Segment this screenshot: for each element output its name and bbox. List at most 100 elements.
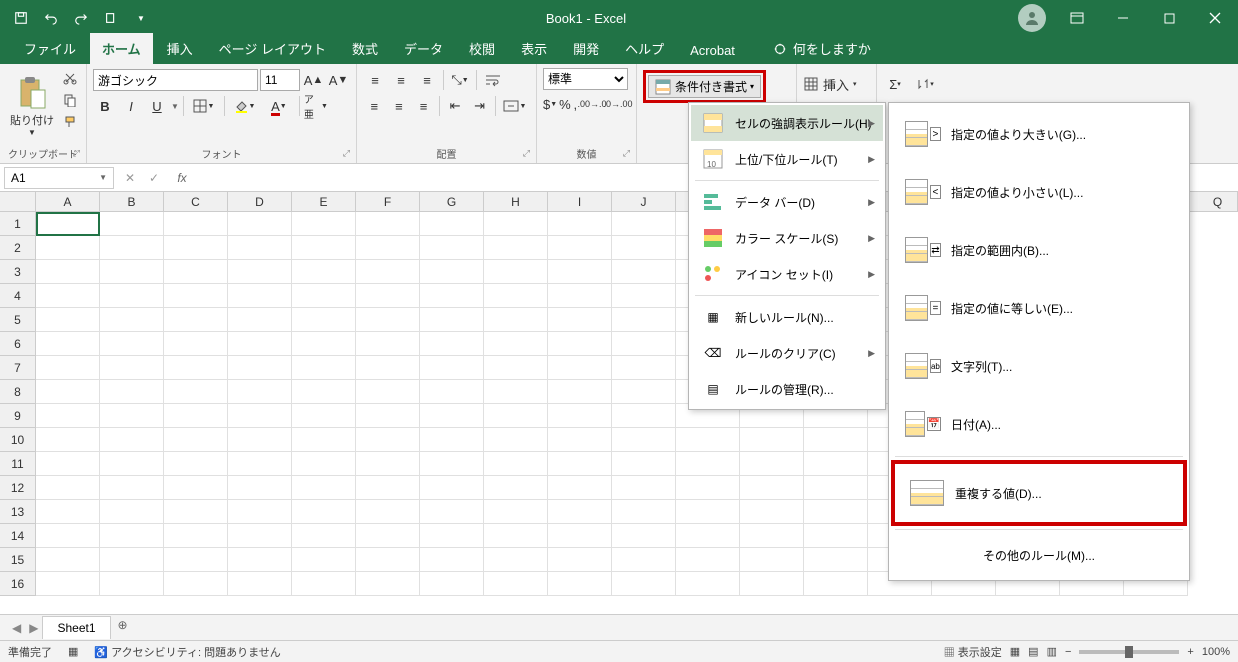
cell[interactable] <box>100 332 164 356</box>
row-header[interactable]: 7 <box>0 356 36 380</box>
font-launcher[interactable]: ⤢ <box>343 148 350 159</box>
cell[interactable] <box>292 284 356 308</box>
cancel-formula-icon[interactable]: ✕ <box>118 171 142 185</box>
cell[interactable] <box>100 380 164 404</box>
merge-center-icon[interactable]: ▼ <box>500 94 530 118</box>
cell[interactable] <box>356 236 420 260</box>
cell[interactable] <box>420 284 484 308</box>
rule-date[interactable]: 📅 日付(A)... <box>891 395 1187 453</box>
cell[interactable] <box>612 548 676 572</box>
cell[interactable] <box>100 548 164 572</box>
cell[interactable] <box>100 572 164 596</box>
col-header[interactable]: F <box>356 192 420 211</box>
qat-more-icon[interactable] <box>98 5 124 31</box>
col-header[interactable]: G <box>420 192 484 211</box>
cell[interactable] <box>164 428 228 452</box>
rule-more-rules[interactable]: その他のルール(M)... <box>891 533 1187 578</box>
cell[interactable] <box>164 548 228 572</box>
cell[interactable] <box>292 332 356 356</box>
display-settings-button[interactable]: ▦ 表示設定 <box>944 644 1002 660</box>
row-header[interactable]: 4 <box>0 284 36 308</box>
tab-insert[interactable]: 挿入 <box>155 33 205 64</box>
cell[interactable] <box>484 308 548 332</box>
cell[interactable] <box>36 212 100 236</box>
cell[interactable] <box>420 524 484 548</box>
cell[interactable] <box>484 356 548 380</box>
cell[interactable] <box>292 548 356 572</box>
cell[interactable] <box>484 380 548 404</box>
cell[interactable] <box>484 572 548 596</box>
cell[interactable] <box>612 236 676 260</box>
cell[interactable] <box>164 212 228 236</box>
cell[interactable] <box>100 404 164 428</box>
cell[interactable] <box>548 284 612 308</box>
number-format-select[interactable]: 標準 <box>543 68 628 90</box>
tab-view[interactable]: 表示 <box>509 33 559 64</box>
cell[interactable] <box>612 356 676 380</box>
cell[interactable] <box>292 476 356 500</box>
row-header[interactable]: 11 <box>0 452 36 476</box>
cell[interactable] <box>228 572 292 596</box>
tab-review[interactable]: 校閲 <box>457 33 507 64</box>
cell[interactable] <box>548 404 612 428</box>
cell[interactable] <box>292 572 356 596</box>
zoom-level[interactable]: 100% <box>1202 646 1230 658</box>
format-painter-icon[interactable] <box>60 112 80 132</box>
fx-icon[interactable]: fx <box>170 171 194 185</box>
cell[interactable] <box>676 572 740 596</box>
cell[interactable] <box>612 476 676 500</box>
row-header[interactable]: 13 <box>0 500 36 524</box>
cell[interactable] <box>36 500 100 524</box>
cell[interactable] <box>292 356 356 380</box>
cell[interactable] <box>228 548 292 572</box>
row-header[interactable]: 1 <box>0 212 36 236</box>
cell[interactable] <box>356 332 420 356</box>
cell[interactable] <box>676 476 740 500</box>
cell[interactable] <box>36 380 100 404</box>
fill-color-button[interactable]: ▼ <box>229 94 261 118</box>
col-header[interactable]: D <box>228 192 292 211</box>
cell[interactable] <box>740 452 804 476</box>
close-button[interactable] <box>1192 0 1238 36</box>
cell[interactable] <box>420 404 484 428</box>
cell[interactable] <box>740 500 804 524</box>
cell[interactable] <box>740 524 804 548</box>
cell[interactable] <box>612 308 676 332</box>
cell[interactable] <box>100 500 164 524</box>
status-rec-icon[interactable]: ▦ <box>68 645 78 658</box>
cell[interactable] <box>484 260 548 284</box>
cell[interactable] <box>164 356 228 380</box>
cell[interactable] <box>36 356 100 380</box>
sheet-nav-prev[interactable]: ◀ <box>8 621 25 635</box>
menu-icon-sets[interactable]: アイコン セット(I) ▶ <box>691 256 883 292</box>
cell[interactable] <box>484 236 548 260</box>
cell[interactable] <box>612 524 676 548</box>
redo-icon[interactable] <box>68 5 94 31</box>
cell[interactable] <box>356 284 420 308</box>
cell[interactable] <box>228 332 292 356</box>
cell[interactable] <box>420 380 484 404</box>
cell[interactable] <box>612 428 676 452</box>
menu-clear-rules[interactable]: ⌫ ルールのクリア(C) ▶ <box>691 335 883 371</box>
cell[interactable] <box>228 212 292 236</box>
autosum-icon[interactable]: Σ▾ <box>883 72 907 96</box>
row-header[interactable]: 5 <box>0 308 36 332</box>
cell[interactable] <box>292 260 356 284</box>
cell[interactable] <box>100 476 164 500</box>
cell[interactable] <box>804 572 868 596</box>
cell[interactable] <box>612 500 676 524</box>
cell[interactable] <box>420 308 484 332</box>
cell[interactable] <box>100 356 164 380</box>
cell[interactable] <box>612 260 676 284</box>
cell[interactable] <box>356 572 420 596</box>
cell[interactable] <box>804 428 868 452</box>
cell[interactable] <box>420 356 484 380</box>
cell[interactable] <box>164 284 228 308</box>
cell[interactable] <box>100 284 164 308</box>
qat-dropdown-icon[interactable]: ▼ <box>128 5 154 31</box>
cell[interactable] <box>36 524 100 548</box>
col-header[interactable]: H <box>484 192 548 211</box>
cell[interactable] <box>484 500 548 524</box>
menu-data-bars[interactable]: データ バー(D) ▶ <box>691 184 883 220</box>
increase-indent-icon[interactable]: ⇥ <box>468 94 491 118</box>
